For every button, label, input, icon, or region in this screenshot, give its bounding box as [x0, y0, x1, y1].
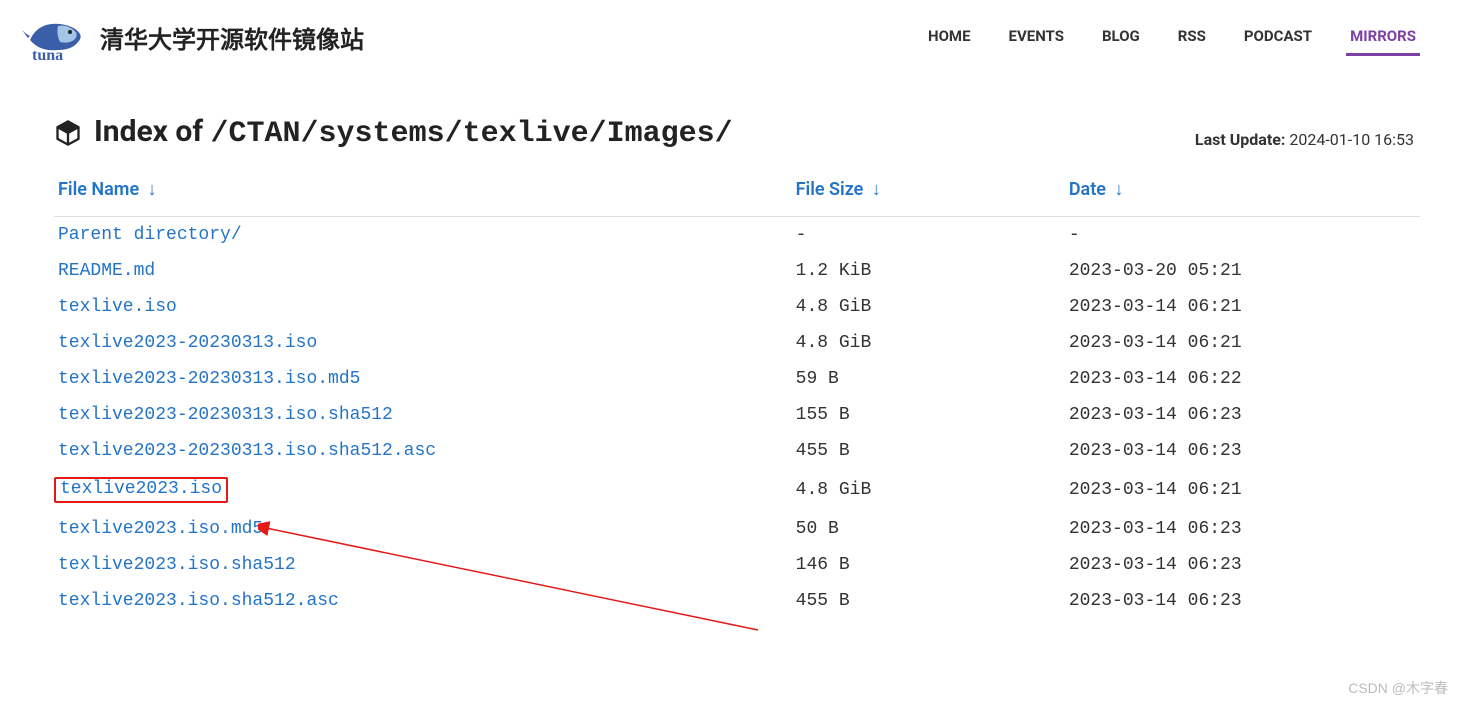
file-size-cell: 1.2 KiB	[792, 253, 1065, 289]
file-date-cell: 2023-03-14 06:22	[1065, 361, 1420, 397]
table-row: texlive2023-20230313.iso.sha512 155 B2023…	[54, 397, 1420, 433]
file-date-cell: -	[1065, 217, 1420, 254]
header-filename[interactable]: File Name ↓	[54, 169, 792, 217]
file-size-cell: 4.8 GiB	[792, 325, 1065, 361]
file-link[interactable]: texlive2023.iso.sha512	[58, 555, 296, 575]
last-update: Last Update: 2024-01-10 16:53	[1195, 130, 1420, 151]
table-row: texlive2023-20230313.iso.md5 59 B2023-03-…	[54, 361, 1420, 397]
title-row: Index of /CTAN/systems/texlive/Images/ L…	[54, 114, 1420, 151]
file-listing-table: File Name ↓ File Size ↓ Date ↓ Parent di…	[54, 169, 1420, 619]
file-name-cell: texlive2023-20230313.iso	[54, 325, 792, 361]
main-nav: HOME EVENTS BLOG RSS PODCAST MIRRORS	[924, 19, 1440, 56]
file-size-cell: 146 B	[792, 547, 1065, 583]
file-link[interactable]: texlive2023-20230313.iso.md5	[58, 369, 360, 389]
file-date-cell: 2023-03-14 06:23	[1065, 397, 1420, 433]
file-size-cell: 50 B	[792, 511, 1065, 547]
file-date-cell: 2023-03-20 05:21	[1065, 253, 1420, 289]
table-row: texlive2023.iso.md5 50 B2023-03-14 06:23	[54, 511, 1420, 547]
table-row: texlive2023.iso 4.8 GiB2023-03-14 06:21	[54, 469, 1420, 511]
file-name-cell: texlive2023-20230313.iso.sha512	[54, 397, 792, 433]
tuna-logo-icon: tuna	[20, 12, 92, 62]
nav-blog[interactable]: BLOG	[1098, 19, 1144, 56]
file-name-cell: texlive.iso	[54, 289, 792, 325]
file-link[interactable]: texlive.iso	[58, 297, 177, 317]
file-date-cell: 2023-03-14 06:23	[1065, 547, 1420, 583]
last-update-value: 2024-01-10 16:53	[1289, 130, 1414, 149]
page-heading: Index of /CTAN/systems/texlive/Images/	[94, 114, 733, 151]
file-name-cell: texlive2023-20230313.iso.md5	[54, 361, 792, 397]
file-size-cell: 155 B	[792, 397, 1065, 433]
watermark: CSDN @木字春	[1348, 678, 1448, 698]
brand: tuna 清华大学开源软件镜像站	[20, 12, 364, 62]
file-size-cell: 4.8 GiB	[792, 289, 1065, 325]
nav-mirrors[interactable]: MIRRORS	[1346, 19, 1420, 56]
file-link[interactable]: texlive2023-20230313.iso	[58, 333, 317, 353]
file-date-cell: 2023-03-14 06:21	[1065, 325, 1420, 361]
index-path: /CTAN/systems/texlive/Images/	[211, 117, 733, 151]
table-row: texlive.iso 4.8 GiB2023-03-14 06:21	[54, 289, 1420, 325]
file-link[interactable]: texlive2023.iso.sha512.asc	[58, 591, 339, 611]
file-name-cell: Parent directory/	[54, 217, 792, 254]
site-header: tuna 清华大学开源软件镜像站 HOME EVENTS BLOG RSS PO…	[0, 0, 1460, 74]
nav-podcast[interactable]: PODCAST	[1240, 19, 1316, 56]
package-icon	[54, 119, 82, 147]
nav-events[interactable]: EVENTS	[1005, 19, 1068, 56]
file-date-cell: 2023-03-14 06:21	[1065, 469, 1420, 511]
table-row: texlive2023.iso.sha512 146 B2023-03-14 06…	[54, 547, 1420, 583]
file-link[interactable]: texlive2023-20230313.iso.sha512	[58, 405, 393, 425]
file-size-cell: 59 B	[792, 361, 1065, 397]
site-title: 清华大学开源软件镜像站	[100, 20, 364, 55]
table-row: texlive2023-20230313.iso 4.8 GiB2023-03-1…	[54, 325, 1420, 361]
sort-arrow-down-icon: ↓	[148, 179, 157, 200]
nav-home[interactable]: HOME	[924, 19, 975, 56]
file-name-cell: texlive2023.iso.md5	[54, 511, 792, 547]
file-link[interactable]: texlive2023-20230313.iso.sha512.asc	[58, 441, 436, 461]
file-name-cell: texlive2023.iso.sha512.asc	[54, 583, 792, 619]
file-size-cell: 455 B	[792, 583, 1065, 619]
table-row: Parent directory/ --	[54, 217, 1420, 254]
index-prefix: Index of	[94, 114, 211, 149]
highlight-annotation: texlive2023.iso	[54, 477, 228, 503]
table-row: texlive2023-20230313.iso.sha512.asc 455 B…	[54, 433, 1420, 469]
file-date-cell: 2023-03-14 06:23	[1065, 433, 1420, 469]
file-date-cell: 2023-03-14 06:21	[1065, 289, 1420, 325]
index-title: Index of /CTAN/systems/texlive/Images/	[54, 114, 733, 151]
table-row: texlive2023.iso.sha512.asc 455 B2023-03-1…	[54, 583, 1420, 619]
file-link[interactable]: Parent directory/	[58, 225, 242, 245]
main-content: Index of /CTAN/systems/texlive/Images/ L…	[0, 74, 1460, 619]
svg-text:tuna: tuna	[32, 47, 63, 62]
file-date-cell: 2023-03-14 06:23	[1065, 583, 1420, 619]
file-name-cell: texlive2023.iso	[54, 469, 792, 511]
file-link[interactable]: texlive2023.iso.md5	[58, 519, 263, 539]
file-name-cell: texlive2023-20230313.iso.sha512.asc	[54, 433, 792, 469]
sort-arrow-down-icon: ↓	[872, 179, 881, 200]
file-size-cell: 4.8 GiB	[792, 469, 1065, 511]
sort-arrow-down-icon: ↓	[1114, 179, 1123, 200]
table-row: README.md 1.2 KiB2023-03-20 05:21	[54, 253, 1420, 289]
file-date-cell: 2023-03-14 06:23	[1065, 511, 1420, 547]
file-size-cell: 455 B	[792, 433, 1065, 469]
file-name-cell: texlive2023.iso.sha512	[54, 547, 792, 583]
last-update-label: Last Update:	[1195, 130, 1286, 149]
nav-rss[interactable]: RSS	[1174, 19, 1210, 56]
header-filesize[interactable]: File Size ↓	[792, 169, 1065, 217]
file-link[interactable]: README.md	[58, 261, 155, 281]
header-date[interactable]: Date ↓	[1065, 169, 1420, 217]
file-name-cell: README.md	[54, 253, 792, 289]
file-link[interactable]: texlive2023.iso	[60, 479, 222, 499]
file-size-cell: -	[792, 217, 1065, 254]
